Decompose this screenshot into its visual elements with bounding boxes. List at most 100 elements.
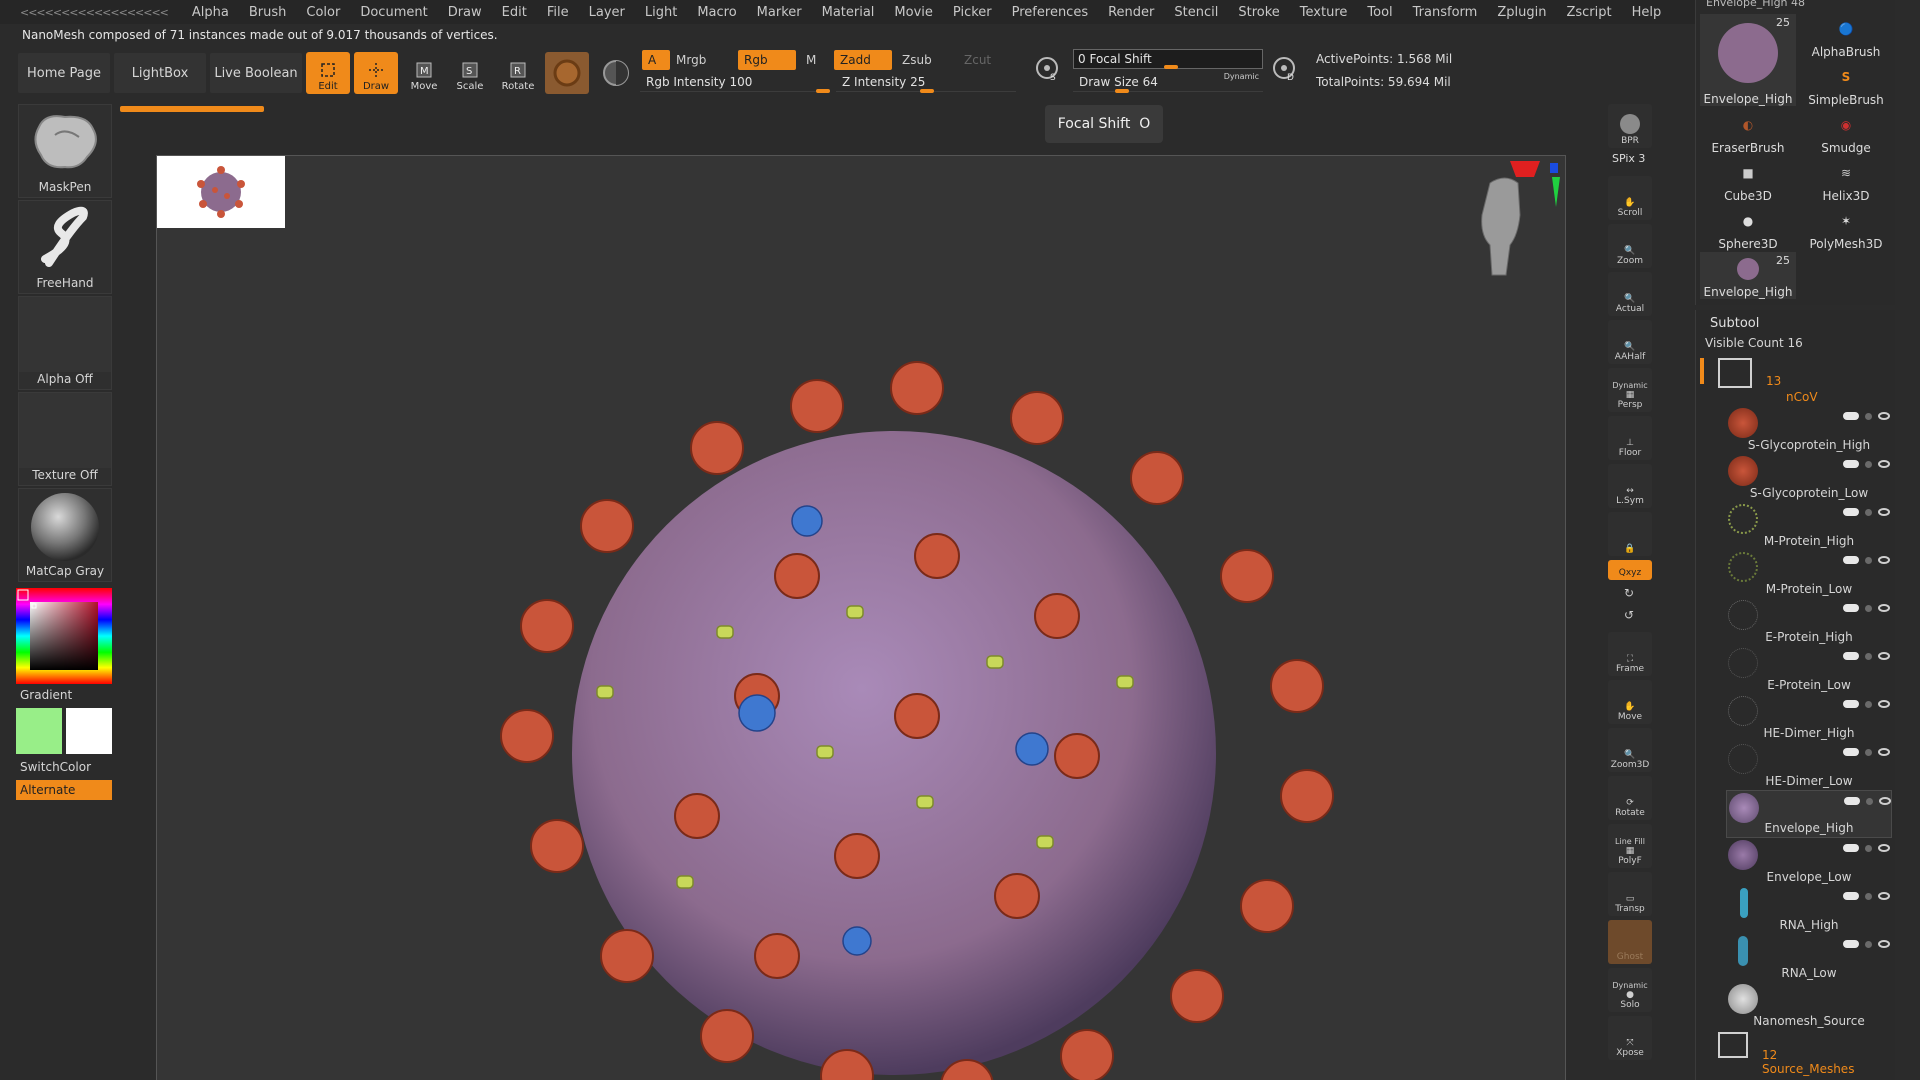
actual-button[interactable]: 🔍 Actual (1608, 272, 1652, 316)
menu-movie[interactable]: Movie (884, 5, 942, 20)
menu-light[interactable]: Light (635, 5, 687, 20)
eye-icon[interactable] (1878, 508, 1890, 516)
alpha-off-button[interactable]: Alpha Off (18, 296, 112, 390)
menu-zscript[interactable]: Zscript (1556, 5, 1621, 20)
rgb-toggle[interactable]: Rgb (738, 50, 796, 70)
xyz-button[interactable]: Qxyz (1608, 560, 1652, 580)
eye-icon[interactable] (1878, 652, 1890, 660)
folder2-name[interactable]: Source_Meshes (1762, 1062, 1854, 1076)
menu-material[interactable]: Material (812, 5, 885, 20)
folder-name[interactable]: nCoV (1786, 390, 1818, 404)
subtool-row[interactable]: E-Protein_High (1726, 598, 1892, 646)
subtool-row[interactable]: RNA_High (1726, 886, 1892, 934)
menu-render[interactable]: Render (1098, 5, 1164, 20)
visible-count-slider[interactable]: Visible Count 16 (1705, 336, 1803, 350)
menu-transform[interactable]: Transform (1403, 5, 1488, 20)
folder2-icon[interactable] (1718, 1032, 1748, 1058)
subtool-row[interactable]: Nanomesh_Source (1726, 982, 1892, 1030)
z-intensity-slider[interactable]: Z Intensity 25 (836, 72, 1016, 93)
move-button[interactable]: M Move (402, 52, 446, 94)
lsym-button[interactable]: ↔ L.Sym (1608, 464, 1652, 508)
visibility-toggle[interactable] (1843, 556, 1859, 564)
menu-marker[interactable]: Marker (747, 5, 812, 20)
draw-button[interactable]: Draw (354, 52, 398, 94)
eye-icon[interactable] (1878, 892, 1890, 900)
document-canvas[interactable] (156, 155, 1566, 1080)
subtool-row[interactable]: HE-Dimer_Low (1726, 742, 1892, 790)
menu-brush[interactable]: Brush (239, 5, 297, 20)
edit-button[interactable]: Edit (306, 52, 350, 94)
visibility-toggle[interactable] (1843, 412, 1859, 420)
frame-button[interactable]: ⛶ Frame (1608, 632, 1652, 676)
freehand-stroke-button[interactable]: FreeHand (18, 200, 112, 294)
tool-envelope-high[interactable]: 25 Envelope_High (1700, 14, 1796, 106)
eye-icon[interactable] (1878, 460, 1890, 468)
rotate-y-icon[interactable]: ↻ (1624, 586, 1634, 600)
tool-simplebrush[interactable]: S SimpleBrush (1798, 60, 1894, 108)
s-stroke-button[interactable]: S (1032, 55, 1062, 95)
visibility-toggle[interactable] (1843, 700, 1859, 708)
draw-size-slider[interactable]: Draw Size 64 Dynamic (1073, 72, 1263, 93)
menu-macro[interactable]: Macro (687, 5, 746, 20)
focal-shift-slider[interactable]: 0 Focal Shift (1073, 49, 1263, 69)
eye-icon[interactable] (1878, 556, 1890, 564)
eye-icon[interactable] (1878, 700, 1890, 708)
visibility-toggle[interactable] (1843, 652, 1859, 660)
rotate-z-icon[interactable]: ↺ (1624, 608, 1634, 622)
menu-color[interactable]: Color (296, 5, 350, 20)
mrgb-toggle[interactable]: Mrgb (670, 50, 734, 70)
switchcolor-button[interactable]: SwitchColor (20, 760, 91, 774)
gradient-label[interactable]: Gradient (20, 688, 72, 702)
subtool-row[interactable]: M-Protein_Low (1726, 550, 1892, 598)
main-color-swatch[interactable] (16, 708, 62, 754)
eye-icon[interactable] (1878, 604, 1890, 612)
m-toggle[interactable]: M (800, 50, 830, 70)
move-view-button[interactable]: ✋ Move (1608, 680, 1652, 724)
lock-button[interactable]: 🔒 (1608, 512, 1652, 556)
tool-smudge[interactable]: ◉ Smudge (1798, 108, 1894, 156)
color-picker[interactable] (16, 588, 112, 684)
texture-off-button[interactable]: Texture Off (18, 392, 112, 486)
subtool-row[interactable]: M-Protein_High (1726, 502, 1892, 550)
visibility-toggle[interactable] (1843, 748, 1859, 756)
polyf-button[interactable]: Line Fill ▦ PolyF (1608, 824, 1652, 868)
tool-alphabrush[interactable]: 🔵 AlphaBrush (1798, 12, 1894, 60)
folder-icon[interactable] (1718, 358, 1752, 388)
menu-draw[interactable]: Draw (438, 5, 492, 20)
visibility-toggle[interactable] (1843, 508, 1859, 516)
zoom3d-button[interactable]: 🔍 Zoom3D (1608, 728, 1652, 772)
rgb-intensity-slider[interactable]: Rgb Intensity 100 (640, 72, 830, 93)
menu-stroke[interactable]: Stroke (1228, 5, 1289, 20)
menu-edit[interactable]: Edit (492, 5, 537, 20)
tool-envelope-high-2[interactable]: 25 Envelope_High (1700, 252, 1796, 299)
menu-alpha[interactable]: Alpha (182, 5, 239, 20)
ghost-button[interactable]: Ghost (1608, 920, 1652, 964)
navigation-gizmo[interactable] (1460, 155, 1570, 280)
eye-icon[interactable] (1878, 844, 1890, 852)
eye-icon[interactable] (1879, 797, 1891, 805)
color-sphere-button[interactable] (596, 52, 636, 94)
menu-preferences[interactable]: Preferences (1002, 5, 1098, 20)
menu-stencil[interactable]: Stencil (1164, 5, 1228, 20)
visibility-toggle[interactable] (1843, 844, 1859, 852)
xpose-button[interactable]: ⤧ Xpose (1608, 1016, 1652, 1060)
scale-button[interactable]: S Scale (448, 52, 492, 94)
subtool-title[interactable]: Subtool (1710, 316, 1759, 331)
eye-icon[interactable] (1878, 748, 1890, 756)
rotate-view-button[interactable]: ⟳ Rotate (1608, 776, 1652, 820)
subtool-row[interactable]: HE-Dimer_High (1726, 694, 1892, 742)
tool-polymesh3d[interactable]: ✶ PolyMesh3D (1798, 204, 1894, 252)
persp-button[interactable]: Dynamic ▦ Persp (1608, 368, 1652, 412)
material-swatch-button[interactable] (545, 52, 589, 94)
collapse-menu-toggle[interactable]: <<<<<<<<<<<<<<<<<< (20, 6, 169, 19)
subtool-row[interactable]: RNA_Low (1726, 934, 1892, 982)
menu-help[interactable]: Help (1622, 5, 1672, 20)
lightbox-button[interactable]: LightBox (114, 53, 206, 93)
solo-button[interactable]: Dynamic ● Solo (1608, 968, 1652, 1012)
d-stroke-button[interactable]: D (1271, 55, 1301, 95)
home-page-button[interactable]: Home Page (18, 53, 110, 93)
focal-shift-knob[interactable] (1164, 65, 1178, 69)
dynamic-toggle[interactable]: Dynamic (1224, 72, 1259, 81)
menu-texture[interactable]: Texture (1290, 5, 1358, 20)
transp-button[interactable]: ▭ Transp (1608, 872, 1652, 916)
